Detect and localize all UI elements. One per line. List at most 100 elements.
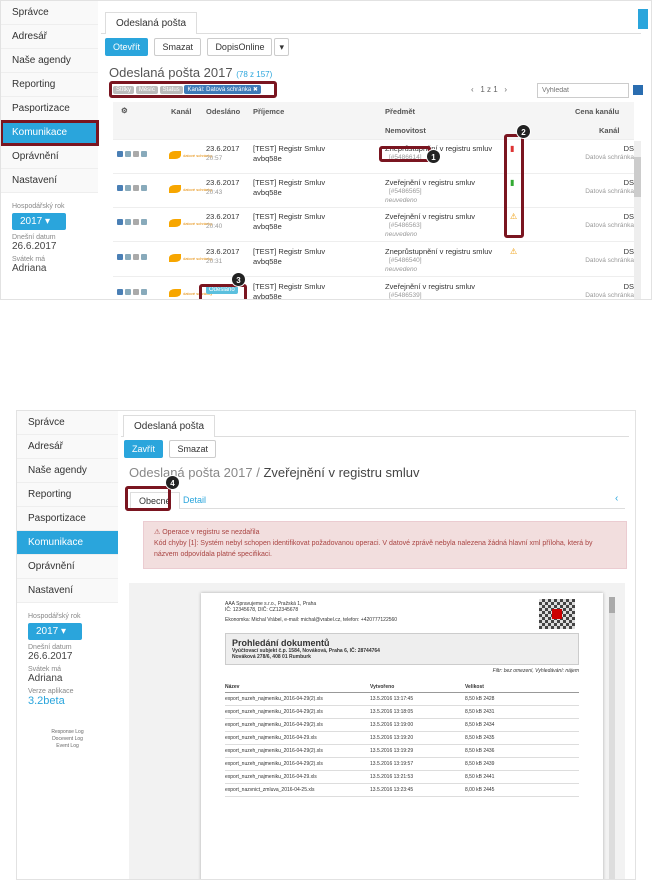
sidebar-item-nastaveni[interactable]: Nastavení [17,579,118,603]
doc-table-row: export_nuzeh_najmeniku_2016-04-29.xls 13.… [225,771,579,784]
sidebar-item-agendy[interactable]: Naše agendy [1,49,98,73]
table-row[interactable]: datové schránky 23.6.2017 20:40 [TEST] Regi… [113,208,634,242]
side-toggle-icon[interactable] [638,9,648,29]
sidebar-item-spravce[interactable]: Správce [17,411,118,435]
doc-file-size: 8,50 kB 2439 [465,761,495,767]
row-action-icons[interactable] [117,253,149,262]
channel-name: Datová schránka [585,257,634,264]
briefcase-icon[interactable] [117,185,123,191]
recipient-id: avbq58e [253,257,282,266]
tab-detail[interactable]: Detail [183,495,206,505]
table-row[interactable]: datové schránky 23.6.2017 20:43 [TEST] Regi… [113,174,634,208]
sent-time: 20:31 [206,258,223,265]
channel-price: DS [623,247,634,256]
sidebar-item-komunikace[interactable]: Komunikace [1,120,99,146]
briefcase-icon[interactable] [117,254,123,260]
fiscal-year-select[interactable]: 2017 ▾ [28,623,82,640]
sent-time: 20:40 [206,223,223,230]
col-channel2[interactable]: Kanál [599,126,619,135]
tab-bar: Odeslaná pošta [101,12,641,34]
save-icon[interactable] [633,85,643,95]
open-button[interactable]: Otevřít [105,38,149,56]
edit-icon[interactable] [141,185,147,191]
prev-page-icon[interactable]: ‹ [471,85,474,94]
date-label: Dnešní datum [12,234,56,241]
tag-icon[interactable] [125,151,131,157]
doc-scrollbar[interactable] [609,597,615,879]
col-channel[interactable]: Kanál [171,107,191,116]
event-log-link[interactable]: Event Log [28,743,107,750]
fiscal-year-label: Hospodářský rok [12,203,65,210]
sidebar-item-spravce[interactable]: Správce [1,1,98,25]
edit-icon[interactable] [141,151,147,157]
briefcase-icon[interactable] [117,219,123,225]
channel-price: DS [623,212,634,221]
sidebar-item-pasportizace[interactable]: Pasportizace [1,97,98,121]
table-row[interactable]: datové schránky 23.6.2017 20:57 [TEST] Regi… [113,140,634,174]
table-header: ⚙ Kanál Odesláno Příjemce Předmět Nemovi… [113,102,634,140]
recipient-name: [TEST] Registr Smluv [253,212,326,221]
tab-sent-mail[interactable]: Odeslaná pošta [105,12,198,34]
sidebar-item-adresar[interactable]: Adresář [1,25,98,49]
table-row[interactable]: datové schránky Odesláno [TEST] Registr Sm… [113,278,634,299]
sidebar-item-agendy[interactable]: Naše agendy [17,459,118,483]
sidebar-item-reporting[interactable]: Reporting [1,73,98,97]
sidebar-item-reporting[interactable]: Reporting [17,483,118,507]
col-sent[interactable]: Odesláno [206,107,240,116]
next-page-icon[interactable]: › [504,85,507,94]
dopisonline-button[interactable]: DopisOnline [207,38,273,56]
edit-icon[interactable] [141,219,147,225]
scrollbar[interactable] [634,141,641,299]
fiscal-year-label: Hospodářský rok [28,613,81,620]
dropdown-caret-button[interactable]: ▾ [274,38,289,56]
col-property[interactable]: Nemovitost [385,126,426,135]
collapse-icon[interactable]: ‹ [615,493,618,504]
row-action-icons[interactable] [117,184,149,193]
briefcase-icon[interactable] [117,289,123,295]
tag-icon[interactable] [125,219,131,225]
edit-icon[interactable] [141,254,147,260]
delete-button[interactable]: Smazat [154,38,201,56]
close-button[interactable]: Zavřít [124,440,164,458]
row-action-icons[interactable] [117,150,149,159]
sidebar-item-adresar[interactable]: Adresář [17,435,118,459]
list-icon[interactable] [133,151,139,157]
recipient-name: [TEST] Registr Smluv [253,144,326,153]
search-input[interactable] [537,83,629,98]
sidebar-item-opravneni[interactable]: Oprávnění [1,145,98,169]
row-action-icons[interactable] [117,218,149,227]
status-icon[interactable]: ⚠ [510,247,517,256]
docevent-log-link[interactable]: Docevent Log [28,736,107,743]
list-icon[interactable] [133,289,139,295]
row-action-icons[interactable] [117,288,149,297]
col-subject[interactable]: Předmět [385,107,415,116]
doc-file-size: 8,50 kB 2431 [465,709,495,715]
datova-schranka-logo [169,289,181,298]
doc-file-size: 8,50 kB 2436 [465,748,495,754]
property: neuvedeno [385,266,418,273]
sidebar-item-opravneni[interactable]: Oprávnění [17,555,118,579]
tag-icon[interactable] [125,185,131,191]
fiscal-year-select[interactable]: 2017 ▾ [12,213,66,230]
sidebar-item-nastaveni[interactable]: Nastavení [1,169,98,193]
col-recipient[interactable]: Příjemce [253,107,284,116]
sidebar-item-pasportizace[interactable]: Pasportizace [17,507,118,531]
table-row[interactable]: datové schránky 23.6.2017 20:31 [TEST] Regi… [113,243,634,277]
response-log-link[interactable]: Response Log [28,729,107,736]
pager: ‹ 1 z 1 › [471,85,507,94]
tag-icon[interactable] [125,254,131,260]
delete-button[interactable]: Smazat [169,440,216,458]
list-icon[interactable] [133,219,139,225]
doc-file-name: export_nazvnict_zmluva_2016-04-25.xls [225,787,315,793]
list-icon[interactable] [133,254,139,260]
datova-schranka-logo [169,185,181,194]
briefcase-icon[interactable] [117,151,123,157]
list-icon[interactable] [133,185,139,191]
page-subtitle: Zveřejnění v registru smluv [263,465,420,480]
tag-icon[interactable] [125,289,131,295]
tab-sent-mail[interactable]: Odeslaná pošta [123,415,216,437]
gear-icon[interactable]: ⚙ [121,106,128,115]
sidebar-item-komunikace[interactable]: Komunikace [17,531,118,555]
edit-icon[interactable] [141,289,147,295]
col-price[interactable]: Cena kanálu [575,107,619,116]
